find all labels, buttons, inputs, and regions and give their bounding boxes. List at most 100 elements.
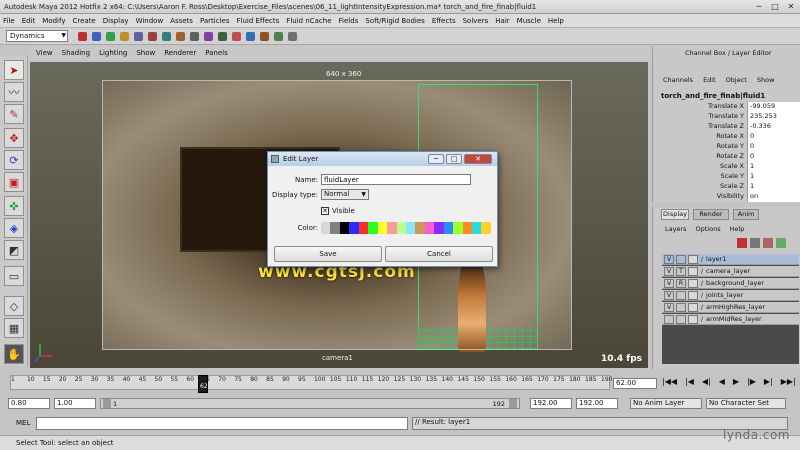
character-set-dropdown[interactable]: No Character Set [706, 398, 786, 409]
color-swatch[interactable] [415, 222, 425, 234]
attribute-row[interactable]: Visibility on [653, 192, 800, 202]
menu-fields[interactable]: Fields [339, 17, 359, 25]
menu-particles[interactable]: Particles [200, 17, 230, 25]
playback-start-field[interactable]: 1.00 [54, 398, 96, 409]
attribute-row[interactable]: Scale Z1 [653, 182, 800, 192]
color-swatch[interactable] [377, 222, 388, 234]
panel-menu-shading[interactable]: Shading [62, 49, 90, 57]
snap-point-icon[interactable] [190, 32, 199, 41]
color-swatch[interactable] [396, 222, 406, 234]
attribute-row[interactable]: Translate X -99.059 [653, 102, 800, 112]
play-forward-icon[interactable]: ▶ [733, 377, 739, 386]
color-swatch[interactable] [349, 222, 359, 234]
panel-menu-view[interactable]: View [36, 49, 53, 57]
layer-display-type-toggle[interactable]: T [676, 266, 686, 276]
display-type-dropdown[interactable]: Normal ▼ [321, 189, 369, 200]
time-ruler[interactable]: 1101520253035404550556065707580859095100… [10, 375, 612, 390]
rotate-tool-icon[interactable]: ⟳ [4, 150, 24, 170]
layer-row[interactable]: V / layer1 [662, 254, 799, 265]
attribute-value[interactable]: 0 [747, 142, 800, 152]
color-swatch[interactable] [405, 222, 416, 234]
color-swatch[interactable] [339, 222, 350, 234]
maximize-button[interactable]: □ [768, 1, 782, 12]
select-tool-icon[interactable]: ➤ [4, 60, 24, 80]
attribute-value[interactable]: -0.336 [747, 122, 800, 132]
render-settings-icon[interactable] [260, 32, 269, 41]
save-button[interactable]: Save [274, 246, 382, 262]
hypershade-icon[interactable] [274, 32, 283, 41]
go-to-start-icon[interactable]: |◀◀ [662, 377, 677, 386]
visible-checkbox[interactable]: ✕ [321, 207, 329, 215]
show-manipulator-icon[interactable]: ◩ [4, 240, 24, 260]
mel-input[interactable] [36, 417, 408, 430]
visible-checkbox-row[interactable]: ✕ Visible [321, 207, 355, 215]
layer-menu-help[interactable]: Help [730, 225, 745, 233]
menu-edit[interactable]: Edit [22, 17, 36, 25]
color-swatch[interactable] [330, 222, 340, 234]
playback-end-field[interactable]: 192.00 [530, 398, 572, 409]
channel-menu-edit[interactable]: Edit [703, 76, 716, 84]
end-time-field[interactable]: 192.00 [576, 398, 618, 409]
new-layer-icon[interactable] [737, 238, 747, 248]
paint-select-tool-icon[interactable]: ✎ [4, 104, 24, 124]
ipr-render-icon[interactable] [246, 32, 255, 41]
layer-row[interactable]: / armMidRes_layer [662, 314, 799, 325]
step-back-key-icon[interactable]: |◀ [685, 377, 694, 386]
menu-display[interactable]: Display [103, 17, 129, 25]
color-swatch[interactable] [321, 222, 331, 234]
color-swatch[interactable] [472, 222, 482, 234]
anim-layer-dropdown[interactable]: No Anim Layer [630, 398, 702, 409]
attribute-row[interactable]: Translate Z -0.336 [653, 122, 800, 132]
color-swatch[interactable] [434, 222, 444, 234]
panel-menu-lighting[interactable]: Lighting [99, 49, 127, 57]
layer-display-type-toggle[interactable] [676, 290, 686, 300]
layer-visibility-toggle[interactable]: V [664, 278, 674, 288]
last-tool-icon[interactable]: ▭ [4, 266, 24, 286]
layer-visibility-toggle[interactable]: V [664, 302, 674, 312]
menu-muscle[interactable]: Muscle [517, 17, 541, 25]
layer-row[interactable]: V T / camera_layer [662, 266, 799, 277]
step-forward-icon[interactable]: |▶ [747, 377, 756, 386]
menu-help[interactable]: Help [548, 17, 564, 25]
layer-row[interactable]: V / armHighRes_layer [662, 302, 799, 313]
range-right-handle[interactable] [509, 399, 517, 408]
menu-assets[interactable]: Assets [170, 17, 193, 25]
layer-name-input[interactable] [321, 174, 471, 185]
scale-tool-icon[interactable]: ▣ [4, 172, 24, 192]
select-object-icon[interactable] [134, 32, 143, 41]
attribute-value[interactable]: on [747, 192, 800, 202]
attribute-row[interactable]: Scale Y1 [653, 172, 800, 182]
menu-solvers[interactable]: Solvers [463, 17, 489, 25]
layer-display-type-toggle[interactable] [676, 302, 686, 312]
menu-hair[interactable]: Hair [495, 17, 509, 25]
menu-window[interactable]: Window [136, 17, 164, 25]
attribute-value[interactable]: 235.253 [747, 112, 800, 122]
layout-single-icon[interactable]: ◇ [4, 296, 24, 316]
torch-arm[interactable] [458, 257, 486, 352]
layer-color-swatch[interactable] [688, 314, 698, 324]
lasso-tool-icon[interactable]: 〰 [4, 82, 24, 102]
new-layer-selected-icon[interactable] [750, 238, 760, 248]
channel-menu-show[interactable]: Show [757, 76, 775, 84]
layer-visibility-toggle[interactable]: V [664, 254, 674, 264]
channel-menu-channels[interactable]: Channels [663, 76, 693, 84]
dialog-title-bar[interactable]: Edit Layer ─ □ ✕ [268, 152, 497, 166]
dialog-minimize-button[interactable]: ─ [428, 154, 444, 164]
attribute-value[interactable]: 1 [747, 182, 800, 192]
menu-soft-rigid-bodies[interactable]: Soft/Rigid Bodies [365, 17, 424, 25]
menu-set-dropdown[interactable]: Dynamics ▼ [6, 30, 68, 42]
color-swatch[interactable] [424, 222, 435, 234]
menu-create[interactable]: Create [72, 17, 95, 25]
layer-color-swatch[interactable] [688, 254, 698, 264]
attribute-value[interactable]: 1 [747, 162, 800, 172]
attribute-row[interactable]: Scale X1 [653, 162, 800, 172]
color-swatch[interactable] [481, 222, 491, 234]
channel-menu-object[interactable]: Object [726, 76, 747, 84]
layer-row[interactable]: V R / background_layer [662, 278, 799, 289]
panel-menu-show[interactable]: Show [136, 49, 155, 57]
layer-row[interactable]: V / joints_layer [662, 290, 799, 301]
render-icon[interactable] [232, 32, 241, 41]
step-forward-key-icon[interactable]: ▶| [764, 377, 773, 386]
menu-modify[interactable]: Modify [42, 17, 65, 25]
layer-menu-options[interactable]: Options [696, 225, 721, 233]
